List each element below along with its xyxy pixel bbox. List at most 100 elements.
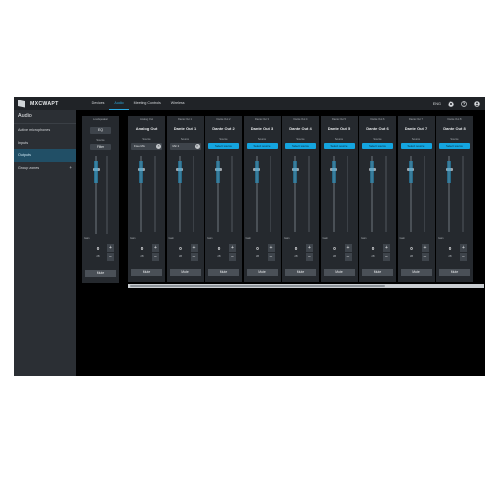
gain-value: 0 [333,246,336,251]
gain-plus-button[interactable]: + [190,244,198,252]
gain-unit: dB [409,255,414,258]
language-selector[interactable]: ENG [433,102,441,106]
channel-name: Dante Out 2 [212,126,235,131]
gear-icon[interactable] [448,100,454,107]
source-caption: Source [219,138,228,141]
tab-devices[interactable]: Devices [87,97,110,110]
channel-caption: Analog Out [140,118,153,121]
gain-minus-button[interactable]: − [460,253,467,261]
level-meter [462,156,464,232]
top-bar: MXCWAPT Devices Audio Meeting Controls W… [14,97,485,110]
gain-minus-button[interactable]: − [306,253,313,261]
channel-name: Dante Out 7 [404,126,428,131]
gain-caption: Gain [361,237,367,240]
gain-plus-button[interactable]: + [152,244,159,252]
source-filter-button[interactable]: Filter [90,144,111,150]
sidebar-item-inputs[interactable]: Inputs [14,137,76,150]
mute-button[interactable]: Mute [85,270,116,277]
level-meter [385,156,387,232]
sidebar-title: Audio [14,110,76,124]
gain-plus-button[interactable]: + [267,244,275,252]
gain-plus-button[interactable]: + [460,244,467,252]
mute-button[interactable]: Mute [246,269,278,276]
gain-minus-button[interactable]: − [229,253,236,261]
level-meter [308,156,310,232]
output-strip: Dante Out 6 Dante Out 6 Source Select so… [359,116,396,282]
fader-level-highlight [293,161,297,183]
select-source-button[interactable]: Select source [208,143,239,149]
channel-name: Dante Out 8 [443,126,466,131]
tab-wireless[interactable]: Wireless [166,97,190,110]
device-name: MXCWAPT [30,100,59,107]
source-caption: Source [373,138,382,141]
horizontal-scrollbar[interactable] [128,284,484,288]
source-value: Mic 2 [172,144,180,148]
fader-level-highlight [331,161,336,183]
mute-button[interactable]: Mute [285,269,316,276]
scrollbar-thumb[interactable] [130,285,385,287]
gain-minus-button[interactable]: − [344,253,352,261]
eq-button[interactable]: EQ [90,127,111,134]
gain-plus-button[interactable]: + [421,244,429,252]
tab-meeting-controls[interactable]: Meeting Controls [129,97,166,110]
sidebar-item-outputs[interactable]: Outputs [14,149,76,162]
mute-button[interactable]: Mute [362,269,393,276]
gain-minus-button[interactable]: − [107,253,114,261]
gain-plus-button[interactable]: + [383,244,390,252]
help-icon[interactable] [461,100,467,107]
select-source-button[interactable]: Select source [400,143,432,149]
account-icon[interactable] [474,100,480,107]
gain-minus-button[interactable]: − [421,253,429,261]
gain-minus-button[interactable]: − [190,253,198,261]
sidebar-item-group-zones[interactable]: Group zones + [14,162,76,175]
output-strip: Dante Out 4 Dante Out 4 Source Select so… [282,116,319,282]
gain-minus-button[interactable]: − [152,253,159,261]
gain-plus-button[interactable]: + [107,244,114,252]
channel-caption: Dante Out 8 [447,118,462,121]
channel-caption: Dante Out 5 [332,118,346,121]
gain-value: 0 [256,246,259,251]
fader-level-highlight [139,161,143,183]
mute-button[interactable]: Mute [400,269,432,276]
gain-value: 0 [96,246,100,251]
gain-value: 0 [410,246,413,251]
gain-unit: dB [178,255,183,258]
mute-button[interactable]: Mute [323,269,355,276]
select-source-button[interactable]: Select source [439,143,470,149]
source-caption: Source [96,139,105,142]
sidebar-item-label: Group zones [18,165,40,170]
sidebar-item-active-microphones[interactable]: Active microphones [14,124,76,137]
gain-plus-button[interactable]: + [344,244,352,252]
gain-plus-button[interactable]: + [306,244,313,252]
clear-source-icon[interactable]: × [194,144,200,149]
expand-plus-icon[interactable]: + [69,162,72,175]
gain-value: 0 [294,246,298,251]
loudspeaker-strip: Loudspeaker EQ Source Filter Gain 0 dB +… [82,116,119,283]
mute-button[interactable]: Mute [439,269,470,276]
select-source-button[interactable]: Select source [362,143,393,149]
tab-audio[interactable]: Audio [109,97,129,110]
output-strip: Analog Out Analog Out Source Free Mix × … [128,116,165,282]
channel-caption: Dante Out 2 [216,118,231,121]
select-source-button[interactable]: Select source [323,143,355,149]
source-dropdown[interactable]: Mic 2 × [169,143,201,150]
gain-plus-button[interactable]: + [229,244,236,252]
gain-minus-button[interactable]: − [267,253,275,261]
clear-source-icon[interactable]: × [156,144,161,149]
mute-button[interactable]: Mute [131,269,162,276]
mute-button[interactable]: Mute [169,269,201,276]
fader-level-highlight [177,161,182,183]
source-dropdown[interactable]: Free Mix × [131,143,162,150]
gain-unit: dB [140,255,144,258]
source-value: Free Mix [134,144,145,148]
shure-logo-icon [18,99,25,108]
mute-button[interactable]: Mute [208,269,239,276]
outputs-panel: Loudspeaker EQ Source Filter Gain 0 dB +… [76,110,485,376]
channel-name: Analog Out [135,126,158,131]
select-source-button[interactable]: Select source [246,143,278,149]
gain-caption: Gain [245,237,251,240]
select-source-button[interactable]: Select source [285,143,316,149]
gain-caption: Gain [207,237,213,240]
gain-value: 0 [448,246,452,251]
gain-minus-button[interactable]: − [383,253,390,261]
